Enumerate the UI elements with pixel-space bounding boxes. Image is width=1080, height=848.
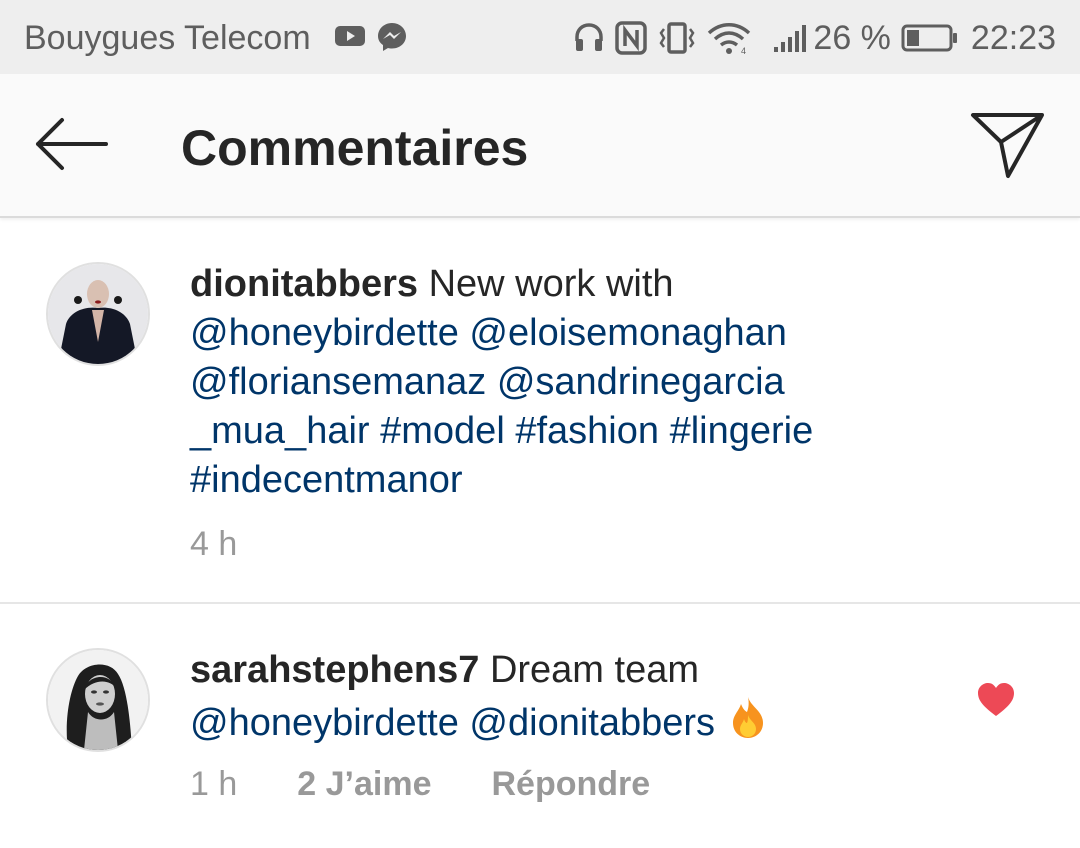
comment-text: dionitabbers New work with @honeybirdett… [190,260,910,505]
comment-item: sarahstephens7 Dream team @honeybirdette… [0,604,1080,848]
reply-button[interactable]: Répondre [491,764,650,804]
like-button[interactable] [976,682,1016,718]
fire-emoji-icon [729,695,767,752]
mention-link[interactable]: @sandrinegarcia [497,361,785,403]
mention-link-continuation[interactable]: _mua_hair [190,410,370,452]
comment-time: 4 h [190,525,238,563]
comment-message: Dream team [489,649,699,691]
paper-plane-icon [971,113,1044,178]
hashtag-link[interactable]: #lingerie [670,410,814,452]
mention-link[interactable]: @honeybirdette [190,702,459,744]
comment-meta: 4 h [190,524,237,564]
vibrate-icon [657,21,697,55]
back-button[interactable] [32,112,112,176]
comment-username[interactable]: sarahstephens7 [190,649,479,691]
hashtag-link[interactable]: #indecentmanor [190,459,463,501]
likes-count-link[interactable]: 2 J’aime [297,764,431,804]
comment-meta: 1 h 2 J’aime Répondre [190,764,650,804]
mention-link[interactable]: @honeybirdette [190,312,459,354]
comment-time: 1 h [190,765,238,803]
carrier-name: Bouygues Telecom [24,19,311,57]
comment-username[interactable]: dionitabbers [190,263,418,305]
notification-icons [334,21,408,58]
back-arrow-icon [36,118,108,170]
app-header: Commentaires [0,74,1080,218]
page-title: Commentaires [181,120,529,176]
status-bar: Bouygues Telecom 4 26 % 22:23 [0,0,1080,74]
clock: 22:23 [970,19,1056,57]
messenger-icon [376,21,408,58]
direct-message-button[interactable] [968,110,1048,182]
mention-link[interactable]: @dionitabbers [469,702,715,744]
caption-comment: dionitabbers New work with @honeybirdett… [0,218,1080,602]
nfc-icon [615,21,648,55]
avatar[interactable] [46,648,150,752]
comment-message: New work with [428,263,674,305]
hashtag-link[interactable]: #model [380,410,505,452]
wifi-icon: 4 [707,21,751,55]
signal-icon [773,23,809,53]
mention-link[interactable]: @eloisemonaghan [469,312,786,354]
avatar[interactable] [46,262,150,366]
hashtag-link[interactable]: #fashion [515,410,659,452]
comment-text: sarahstephens7 Dream team @honeybirdette… [190,646,910,752]
system-icons: 4 26 % 22:23 [573,18,1056,58]
youtube-icon [334,21,366,58]
svg-text:4: 4 [741,46,746,55]
mention-link[interactable]: @floriansemanaz [190,361,486,403]
heart-filled-icon [978,683,1014,716]
headset-icon [573,21,605,55]
battery-percent: 26 % [813,19,891,57]
battery-icon [901,23,959,53]
